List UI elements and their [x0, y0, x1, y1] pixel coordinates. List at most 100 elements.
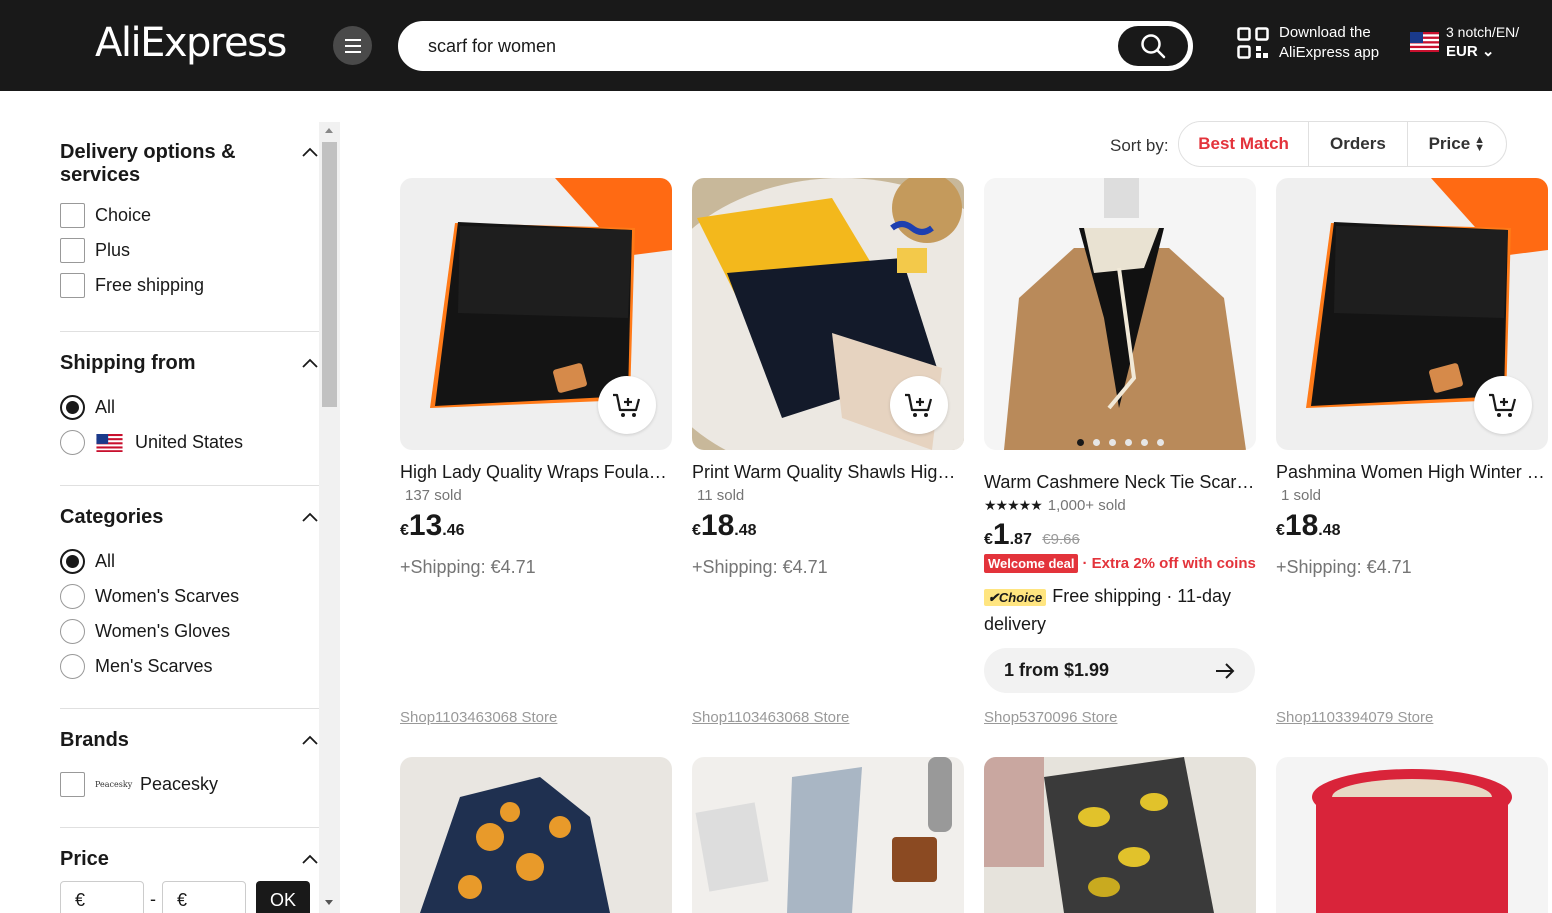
shipping-cost: +Shipping: €4.71 [1276, 557, 1412, 577]
carousel-dot[interactable] [1092, 439, 1100, 446]
filter-option-plus[interactable]: Plus [60, 233, 320, 268]
category-option-all[interactable]: All [60, 544, 320, 579]
chevron-up-icon[interactable] [302, 735, 318, 745]
scroll-thumb[interactable] [322, 142, 337, 407]
product-image[interactable] [984, 178, 1256, 450]
store-link[interactable]: Shop1103394079 Store [1276, 709, 1433, 726]
qr-code-icon [1237, 27, 1269, 59]
product-price: €18.48 [692, 509, 757, 542]
bundle-deal-button[interactable]: 1 from $1.99 [984, 648, 1255, 693]
chevron-up-icon[interactable] [302, 358, 318, 368]
sold-count: 11 sold [697, 487, 745, 504]
checkbox[interactable] [60, 238, 85, 263]
sidebar-scrollbar[interactable] [319, 122, 340, 913]
shipping-option-all[interactable]: All [60, 390, 320, 425]
store-link[interactable]: Shop1103463068 Store [400, 709, 557, 726]
carousel-dot[interactable] [1156, 439, 1164, 446]
store-link[interactable]: Shop1103463068 Store [692, 709, 849, 726]
filter-categories: Categories All Women's Scarves Women's G… [60, 506, 320, 684]
arrow-right-icon [1216, 662, 1235, 679]
shipping-option-us[interactable]: United States [60, 425, 320, 460]
product-image[interactable] [692, 757, 964, 913]
option-label: Choice [95, 205, 152, 225]
search-icon [1141, 34, 1166, 59]
welcome-deal-badge: Welcome deal [984, 554, 1079, 573]
product-price: €1.87 €9.66 [984, 518, 1080, 551]
radio[interactable] [60, 395, 85, 420]
product-card[interactable]: Pashmina Women High Winter Scarf 1 sold … [1276, 178, 1548, 578]
category-option-womens-gloves[interactable]: Women's Gloves [60, 614, 320, 649]
radio[interactable] [60, 654, 85, 679]
sort-best-match[interactable]: Best Match [1179, 122, 1310, 166]
filter-option-choice[interactable]: Choice [60, 198, 320, 233]
add-to-cart-button[interactable] [598, 376, 656, 434]
price-max-input[interactable]: € [162, 881, 246, 913]
product-card[interactable]: High Lady Quality Wraps Foulard Winter S… [400, 178, 672, 578]
sort-orders[interactable]: Orders [1309, 122, 1408, 166]
search-button[interactable] [1118, 26, 1188, 66]
filter-brands-title: Brands [60, 729, 129, 751]
product-title[interactable]: Print Warm Quality Shawls High Quality [692, 462, 964, 483]
top-header: AliExpress Download the AliExpress app 3… [0, 0, 1552, 91]
price-ok-button[interactable]: OK [256, 881, 310, 913]
product-image[interactable] [692, 178, 964, 450]
product-title[interactable]: High Lady Quality Wraps Foulard Winter S… [400, 462, 672, 483]
radio[interactable] [60, 549, 85, 574]
filter-option-free-shipping[interactable]: Free shipping [60, 268, 320, 303]
brand-option-peacesky[interactable]: Peacesky Peacesky [60, 767, 320, 802]
radio[interactable] [60, 584, 85, 609]
aliexpress-logo[interactable]: AliExpress [95, 20, 287, 66]
download-app-link[interactable]: Download the AliExpress app [1237, 23, 1379, 63]
divider [60, 485, 320, 486]
sold-count: 137 sold [405, 487, 462, 504]
product-image[interactable] [984, 757, 1256, 913]
category-option-womens-scarves[interactable]: Women's Scarves [60, 579, 320, 614]
product-image[interactable] [400, 178, 672, 450]
product-image[interactable] [1276, 178, 1548, 450]
chevron-up-icon[interactable] [302, 147, 318, 157]
checkbox[interactable] [60, 203, 85, 228]
scroll-down-arrow-icon[interactable] [325, 900, 333, 905]
us-flag-icon [1410, 32, 1439, 52]
filter-shipping-title: Shipping from [60, 352, 196, 374]
chevron-up-icon[interactable] [302, 854, 318, 864]
carousel-dot[interactable] [1108, 439, 1116, 446]
product-image[interactable] [1276, 757, 1548, 913]
add-to-cart-button[interactable] [1474, 376, 1532, 434]
chevron-up-icon[interactable] [302, 512, 318, 522]
carousel-dot[interactable] [1124, 439, 1132, 446]
sort-price[interactable]: Price ▲ ▼ [1408, 122, 1506, 166]
store-link[interactable]: Shop5370096 Store [984, 709, 1117, 726]
product-card[interactable]: Print Warm Quality Shawls High Quality 1… [692, 178, 964, 578]
scroll-up-arrow-icon[interactable] [325, 128, 333, 133]
divider [60, 331, 320, 332]
option-label: Women's Gloves [95, 621, 231, 641]
option-label: Free shipping [95, 275, 205, 295]
checkbox[interactable] [60, 273, 85, 298]
locale-selector[interactable]: 3 notch/EN/ EUR ⌄ [1410, 22, 1519, 62]
price-min-input[interactable]: € [60, 881, 144, 913]
product-card[interactable]: Warm Cashmere Neck Tie Scarf for Women ★… [984, 178, 1256, 693]
carousel-dot[interactable] [1076, 439, 1084, 446]
extra-discount-text: · Extra 2% off with coins [1082, 555, 1256, 572]
product-title[interactable]: Pashmina Women High Winter Scarf [1276, 462, 1548, 483]
search-bar [398, 21, 1193, 71]
category-option-mens-scarves[interactable]: Men's Scarves [60, 649, 320, 684]
sort-options: Best Match Orders Price ▲ ▼ [1178, 121, 1507, 167]
carousel-dot[interactable] [1140, 439, 1148, 446]
sort-label: Sort by: [1110, 136, 1169, 155]
filter-delivery: Delivery options & services Choice Plus … [60, 141, 320, 303]
option-label: Plus [95, 240, 131, 260]
product-title[interactable]: Warm Cashmere Neck Tie Scarf for Women [984, 472, 1256, 493]
hamburger-icon [344, 38, 361, 53]
search-input[interactable] [428, 24, 1108, 68]
checkbox[interactable] [60, 772, 85, 797]
radio[interactable] [60, 619, 85, 644]
product-image[interactable] [400, 757, 672, 913]
cart-add-icon [905, 393, 933, 417]
original-price: €9.66 [1042, 531, 1080, 548]
menu-button[interactable] [333, 26, 372, 65]
radio[interactable] [60, 430, 85, 455]
leaf-scarf-image [984, 757, 1214, 913]
add-to-cart-button[interactable] [890, 376, 948, 434]
